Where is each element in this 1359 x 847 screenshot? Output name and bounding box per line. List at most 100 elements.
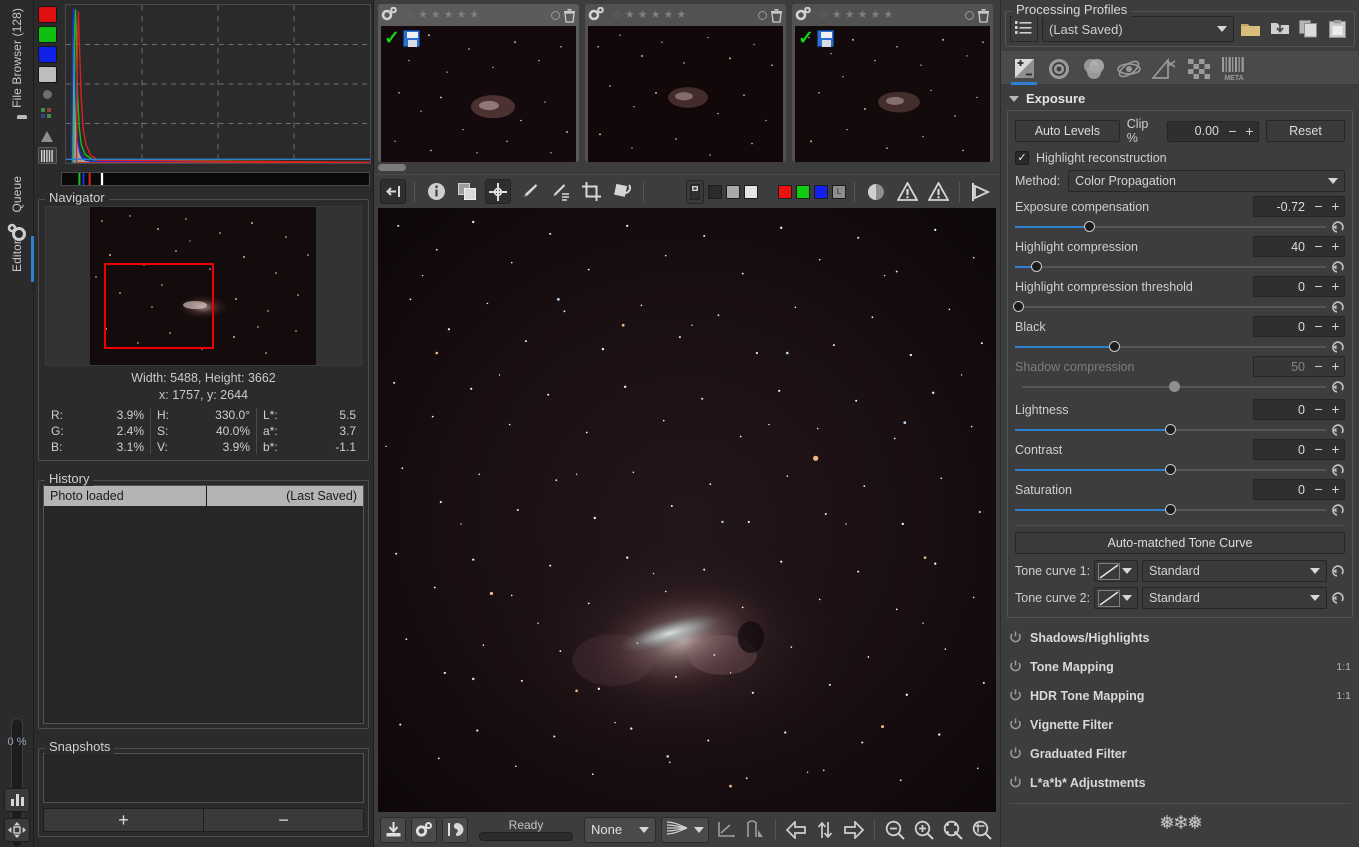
- sync-button[interactable]: [813, 818, 837, 842]
- zoom-in-button[interactable]: [912, 818, 936, 842]
- slider-track[interactable]: [1015, 340, 1326, 353]
- star-icon[interactable]: ★: [883, 10, 893, 21]
- histogram-canvas[interactable]: [65, 4, 371, 164]
- filmstrip-thumbnail[interactable]: ☆ ★ ★ ★ ★ ★: [585, 4, 786, 162]
- histogram-blue-toggle[interactable]: [38, 46, 57, 63]
- navigator-preview[interactable]: [45, 206, 362, 366]
- reset-icon[interactable]: [1331, 591, 1345, 605]
- profile-select[interactable]: (Last Saved): [1042, 16, 1234, 42]
- star-icon[interactable]: ★: [676, 10, 686, 21]
- queue-button[interactable]: [411, 817, 437, 843]
- neutral-button[interactable]: [863, 179, 889, 204]
- tool-shadows-highlights[interactable]: Shadows/Highlights: [1009, 623, 1351, 652]
- gears-icon[interactable]: [588, 7, 605, 24]
- slider-track[interactable]: [1015, 423, 1326, 436]
- clip-percent-stepper[interactable]: 0.00 − +: [1167, 121, 1259, 142]
- auto-matched-tone-curve-button[interactable]: Auto-matched Tone Curve: [1015, 532, 1345, 554]
- save-profile-button[interactable]: [1267, 16, 1292, 42]
- star-icon[interactable]: ★: [431, 10, 441, 21]
- slider-stepper[interactable]: 0 − +: [1253, 316, 1345, 337]
- slider-stepper[interactable]: -0.72 − +: [1253, 196, 1345, 217]
- add-snapshot-button[interactable]: +: [44, 809, 203, 831]
- zoom-100-button[interactable]: [970, 818, 994, 842]
- tab-metadata[interactable]: META: [1219, 56, 1249, 84]
- load-profile-button[interactable]: [1238, 16, 1263, 42]
- histogram-toggle-button[interactable]: [4, 788, 30, 812]
- hide-panels-button[interactable]: [380, 179, 406, 204]
- star-icon[interactable]: ★: [469, 10, 479, 21]
- clipping-swatch-black[interactable]: [708, 185, 722, 199]
- histogram-chromaticity-toggle[interactable]: [38, 86, 57, 103]
- decrement-button[interactable]: −: [1310, 480, 1327, 499]
- increment-button[interactable]: +: [1327, 480, 1344, 499]
- white-balance-picker-button[interactable]: [516, 179, 542, 204]
- slider-track[interactable]: [1015, 463, 1326, 476]
- tone-curve-1-select[interactable]: Standard: [1142, 560, 1327, 582]
- trash-icon[interactable]: [977, 9, 990, 23]
- star-icon[interactable]: ☆: [819, 10, 829, 21]
- thumbnail-image[interactable]: ✓: [795, 26, 990, 162]
- reset-icon[interactable]: [1331, 564, 1345, 578]
- soft-proof-select[interactable]: [661, 817, 709, 843]
- power-icon[interactable]: [1009, 776, 1022, 789]
- slider-stepper[interactable]: 0 − +: [1253, 276, 1345, 297]
- slider-knob[interactable]: [1084, 221, 1095, 232]
- reset-icon[interactable]: [1331, 340, 1345, 354]
- fit-to-screen-button[interactable]: [4, 818, 30, 842]
- slider-track[interactable]: [1015, 260, 1326, 273]
- star-icon[interactable]: ★: [638, 10, 648, 21]
- gamut-check-button[interactable]: [714, 818, 738, 842]
- preview-mode-button[interactable]: [968, 179, 994, 204]
- save-image-button[interactable]: [380, 817, 406, 843]
- profile-list-icon[interactable]: [1010, 16, 1038, 42]
- star-icon[interactable]: ☆: [405, 10, 415, 21]
- reset-icon[interactable]: [1331, 300, 1345, 314]
- spot-wb-button[interactable]: [547, 179, 573, 204]
- channel-swatch-red[interactable]: [778, 185, 792, 199]
- slider-knob[interactable]: [1031, 261, 1042, 272]
- slider-track[interactable]: [1015, 300, 1326, 313]
- tone-curve-1-type-button[interactable]: [1094, 560, 1138, 582]
- histogram-green-toggle[interactable]: [38, 26, 57, 43]
- filmstrip-thumbnail[interactable]: ☆ ★ ★ ★ ★ ★: [378, 4, 579, 162]
- star-icon[interactable]: ★: [858, 10, 868, 21]
- decrement-button[interactable]: −: [1310, 440, 1327, 459]
- power-icon[interactable]: [1009, 660, 1022, 673]
- star-icon[interactable]: ★: [444, 10, 454, 21]
- crop-button[interactable]: [578, 179, 604, 204]
- star-icon[interactable]: ★: [845, 10, 855, 21]
- slider-knob[interactable]: [1109, 341, 1120, 352]
- tab-exposure[interactable]: [1009, 56, 1039, 84]
- increment-button[interactable]: +: [1327, 197, 1344, 216]
- thumbnail-image[interactable]: ✓: [381, 26, 576, 162]
- history-list[interactable]: Photo loaded (Last Saved): [43, 485, 364, 724]
- increment-button[interactable]: +: [1327, 317, 1344, 336]
- reset-icon[interactable]: [1331, 463, 1345, 477]
- clipping-swatch-white[interactable]: [744, 185, 758, 199]
- straighten-button[interactable]: [609, 179, 635, 204]
- monitor-profile-button[interactable]: [743, 818, 767, 842]
- histogram-clipping-toggle[interactable]: [38, 127, 57, 144]
- remove-snapshot-button[interactable]: −: [203, 809, 363, 831]
- highlight-reconstruction-row[interactable]: ✓ Highlight reconstruction: [1015, 151, 1345, 165]
- rating-stars[interactable]: ☆ ★ ★ ★ ★ ★: [819, 10, 893, 21]
- slider-knob[interactable]: [1165, 464, 1176, 475]
- decrement-button[interactable]: −: [1224, 122, 1241, 141]
- copy-profile-button[interactable]: [1296, 16, 1321, 42]
- increment-button[interactable]: +: [1241, 122, 1258, 141]
- slider-knob[interactable]: [1013, 301, 1024, 312]
- reset-icon[interactable]: [1331, 423, 1345, 437]
- power-icon[interactable]: [1009, 689, 1022, 702]
- main-image-preview[interactable]: [378, 208, 996, 812]
- channel-swatch-blue[interactable]: [814, 185, 828, 199]
- slider-knob[interactable]: [1165, 504, 1176, 515]
- previous-image-button[interactable]: [784, 818, 808, 842]
- tab-color[interactable]: [1079, 56, 1109, 84]
- tool-hdr-tone-mapping[interactable]: HDR Tone Mapping 1:1: [1009, 681, 1351, 710]
- increment-button[interactable]: +: [1327, 277, 1344, 296]
- decrement-button[interactable]: −: [1310, 400, 1327, 419]
- gears-icon[interactable]: [795, 7, 812, 24]
- star-icon[interactable]: ★: [418, 10, 428, 21]
- increment-button[interactable]: +: [1327, 440, 1344, 459]
- tab-raw[interactable]: [1184, 56, 1214, 84]
